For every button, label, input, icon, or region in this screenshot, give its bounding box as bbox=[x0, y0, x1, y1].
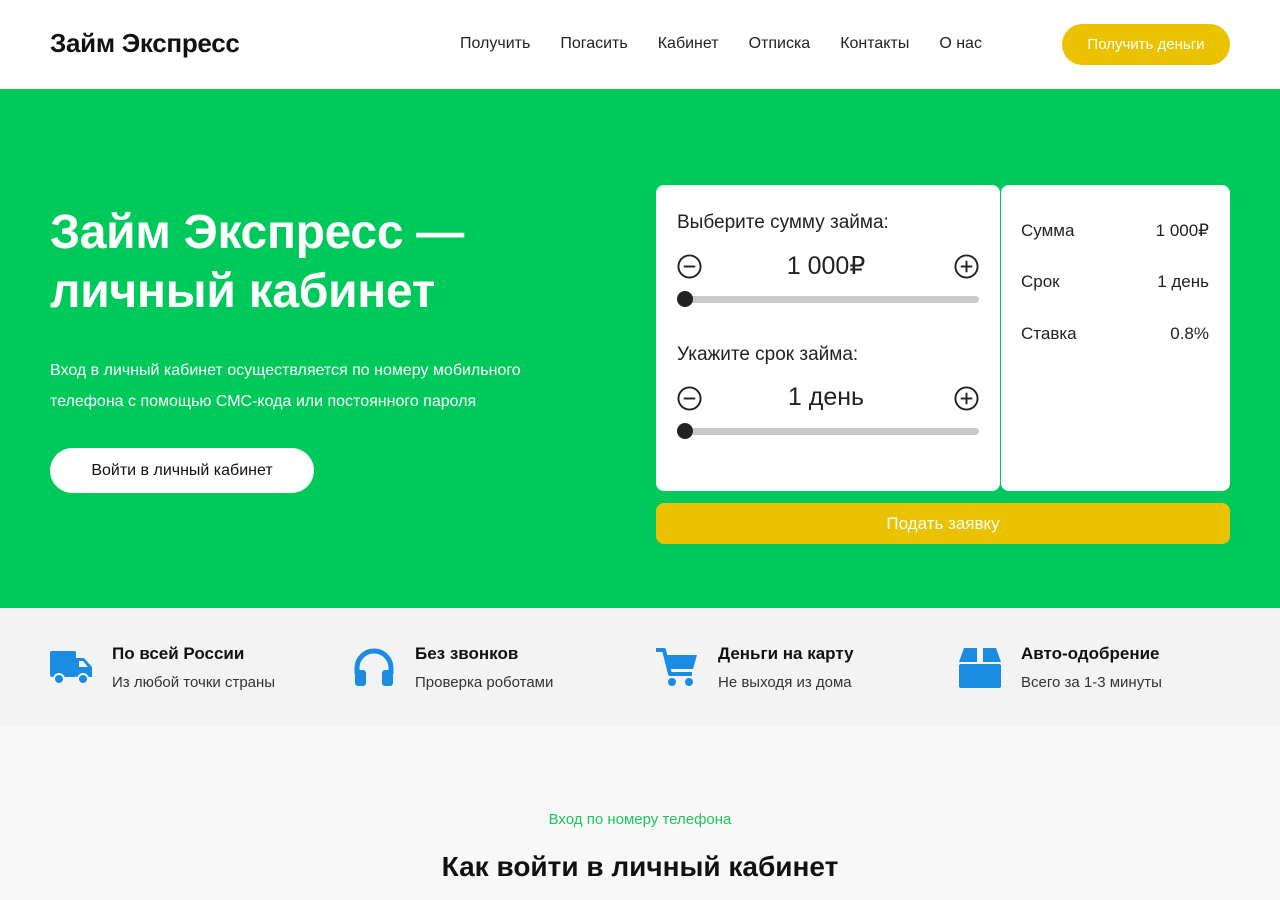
loan-summary-card: Сумма 1 000₽ Срок 1 день Ставка 0.8% bbox=[1001, 185, 1230, 491]
get-money-button[interactable]: Получить деньги bbox=[1062, 24, 1230, 65]
amount-label: Выберите сумму займа: bbox=[677, 212, 889, 233]
section-title: Как войти в личный кабинет bbox=[441, 851, 839, 882]
headphones-icon bbox=[354, 648, 394, 686]
amount-slider-handle[interactable] bbox=[677, 291, 693, 307]
nav-link-about[interactable]: О нас bbox=[939, 34, 982, 54]
hero-section: Займ Экспресс — личный кабинет Вход в ли… bbox=[0, 89, 1280, 608]
amount-slider[interactable] bbox=[677, 291, 979, 307]
minus-circle-icon[interactable] bbox=[677, 386, 702, 411]
hero-title-line-1: Займ Экспресс — bbox=[50, 206, 464, 259]
feature-subtitle: Из любой точки страны bbox=[112, 674, 276, 691]
features-strip: По всей России Из любой точки страны Без… bbox=[0, 608, 1280, 726]
feature-subtitle: Проверка роботами bbox=[415, 674, 554, 691]
hero-description-line-1: Вход в личный кабинет осуществляется по … bbox=[50, 362, 521, 379]
term-slider-handle[interactable] bbox=[677, 423, 693, 439]
summary-value: 1 000₽ bbox=[1155, 221, 1209, 240]
feature-title: По всей России bbox=[112, 644, 245, 663]
truck-icon bbox=[50, 651, 92, 685]
site-logo[interactable]: Займ Экспресс bbox=[50, 28, 240, 59]
nav-link-cabinet[interactable]: Кабинет bbox=[658, 34, 719, 54]
nav-link-contacts[interactable]: Контакты bbox=[840, 34, 909, 54]
nav-link-unsubscribe[interactable]: Отписка bbox=[749, 34, 811, 54]
summary-label: Сумма bbox=[1021, 221, 1075, 240]
hero-description: Вход в личный кабинет осуществляется по … bbox=[50, 355, 610, 417]
box-icon bbox=[959, 648, 1001, 688]
plus-circle-icon[interactable] bbox=[954, 386, 979, 411]
nav-link-repay[interactable]: Погасить bbox=[560, 34, 627, 54]
hero-description-line-2: телефона с помощью СМС-кода или постоянн… bbox=[50, 393, 477, 410]
plus-circle-icon[interactable] bbox=[954, 254, 979, 279]
hero-title-line-2: личный кабинет bbox=[50, 265, 435, 318]
minus-circle-icon[interactable] bbox=[677, 254, 702, 279]
term-value: 1 день bbox=[787, 383, 865, 411]
feature-subtitle: Всего за 1-3 минуты bbox=[1021, 674, 1162, 691]
summary-label: Срок bbox=[1021, 272, 1060, 291]
summary-row-term: Срок 1 день bbox=[1021, 272, 1209, 292]
amount-value: 1 000₽ bbox=[786, 252, 866, 280]
feature-subtitle: Не выходя из дома bbox=[718, 674, 852, 691]
loan-calculator: Выберите сумму займа: 1 000₽ Укажите сро… bbox=[656, 185, 1000, 491]
summary-row-rate: Ставка 0.8% bbox=[1021, 324, 1209, 344]
summary-value: 0.8% bbox=[1170, 324, 1209, 343]
feature-title: Без звонков bbox=[415, 644, 519, 663]
login-cabinet-button[interactable]: Войти в личный кабинет bbox=[50, 448, 314, 493]
summary-label: Ставка bbox=[1021, 324, 1077, 343]
nav-link-get[interactable]: Получить bbox=[460, 34, 530, 54]
section-eyebrow: Вход по номеру телефона bbox=[548, 811, 732, 828]
summary-row-amount: Сумма 1 000₽ bbox=[1021, 221, 1209, 241]
hero-title: Займ Экспресс — личный кабинет bbox=[50, 203, 610, 321]
submit-application-button[interactable]: Подать заявку bbox=[656, 503, 1230, 544]
term-slider[interactable] bbox=[677, 423, 979, 439]
main-nav: Получить Погасить Кабинет Отписка Контак… bbox=[460, 34, 1012, 54]
feature-title: Авто-одобрение bbox=[1021, 644, 1160, 663]
cart-icon bbox=[656, 648, 697, 686]
term-label: Укажите срок займа: bbox=[677, 344, 859, 365]
summary-value: 1 день bbox=[1157, 272, 1209, 291]
site-header: Займ Экспресс Получить Погасить Кабинет … bbox=[0, 0, 1280, 89]
feature-title: Деньги на карту bbox=[718, 644, 854, 663]
